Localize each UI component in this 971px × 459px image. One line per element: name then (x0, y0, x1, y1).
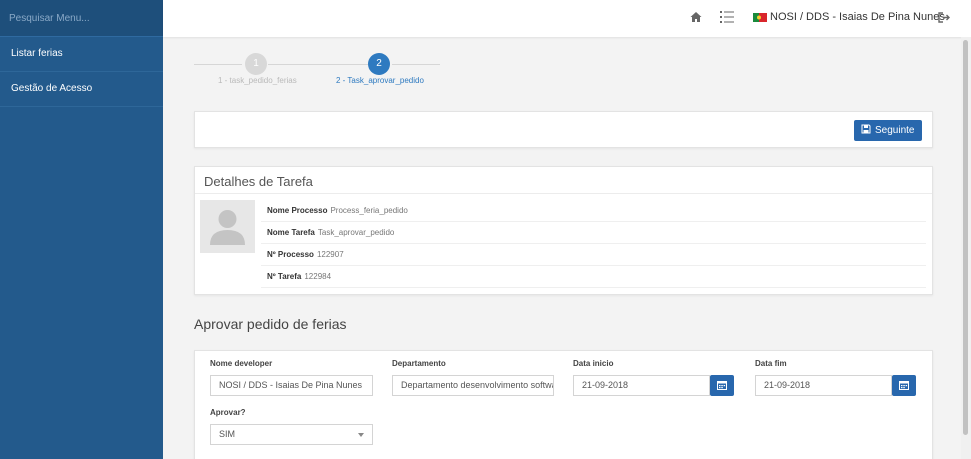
end-date-calendar-button[interactable] (892, 375, 916, 396)
calendar-icon (899, 381, 909, 390)
department-field[interactable]: Departamento desenvolvimento software (392, 375, 554, 396)
approve-select-value: SIM (219, 429, 236, 439)
divider (195, 193, 932, 194)
toolbar-card (194, 111, 933, 148)
approve-label: Aprovar? (210, 408, 246, 417)
wizard-line (268, 64, 368, 65)
approve-select[interactable]: SIM (210, 424, 373, 445)
chevron-down-icon (358, 433, 364, 437)
calendar-icon (717, 381, 727, 390)
page-scrollbar-thumb[interactable] (963, 40, 968, 435)
detail-row-process-number: Nº Processo 122907 (261, 244, 926, 266)
detail-row-task-number: Nº Tarefa 122984 (261, 266, 926, 288)
wizard-step-1[interactable]: 1 (245, 53, 267, 75)
menu-search-input[interactable] (0, 0, 163, 36)
save-icon (861, 124, 871, 134)
start-date-field[interactable]: 21-09-2018 (573, 375, 710, 396)
developer-field[interactable]: NOSI / DDS - Isaias De Pina Nunes (210, 375, 373, 396)
next-button-label: Seguinte (875, 125, 915, 136)
detail-row-process-name: Nome Processo Process_feria_pedido (261, 200, 926, 222)
user-name[interactable]: NOSI / DDS - Isaias De Pina Nunes (770, 11, 945, 23)
developer-label: Nome developer (210, 359, 273, 368)
next-button[interactable]: Seguinte (854, 120, 923, 141)
top-header: NOSI / DDS - Isaias De Pina Nunes (163, 0, 971, 37)
sidebar-item-label: Listar ferias (11, 48, 63, 59)
detail-row-task-name: Nome Tarefa Task_aprovar_pedido (261, 222, 926, 244)
start-date-label: Data inicio (573, 359, 614, 368)
sidebar-item-label: Gestão de Acesso (11, 83, 93, 94)
form-title: Aprovar pedido de ferias (194, 316, 347, 332)
end-date-label: Data fim (755, 359, 787, 368)
logout-icon[interactable] (938, 11, 951, 24)
avatar (200, 200, 255, 253)
wizard-step-2-label: 2 - Task_aprovar_pedido (336, 76, 424, 85)
sidebar-item-listar-ferias[interactable]: Listar ferias (0, 37, 163, 72)
home-icon[interactable] (689, 10, 703, 24)
list-icon[interactable] (720, 11, 734, 23)
wizard-step-1-label: 1 - task_pedido_ferias (218, 76, 297, 85)
sidebar-search (0, 0, 163, 37)
wizard-line (194, 64, 242, 65)
wizard-step-2[interactable]: 2 (368, 53, 390, 75)
start-date-calendar-button[interactable] (710, 375, 734, 396)
wizard-line (392, 64, 440, 65)
department-label: Departamento (392, 359, 446, 368)
end-date-field[interactable]: 21-09-2018 (755, 375, 892, 396)
user-placeholder-icon (210, 210, 245, 245)
sidebar-item-gestao-acesso[interactable]: Gestão de Acesso (0, 72, 163, 107)
task-details-title: Detalhes de Tarefa (204, 174, 313, 189)
flag-icon (753, 13, 767, 22)
